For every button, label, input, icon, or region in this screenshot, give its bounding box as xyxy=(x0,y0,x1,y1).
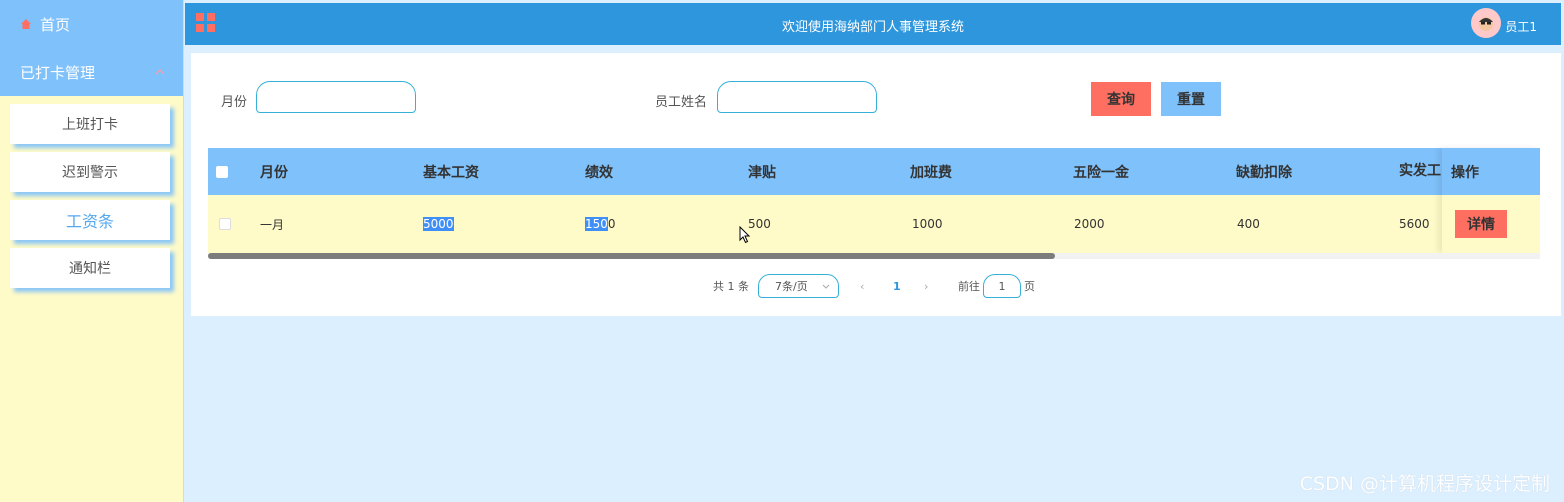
goto-suffix: 页 xyxy=(1024,280,1035,293)
cell-net-pay: 5600 xyxy=(1399,217,1430,231)
cell-performance-selected: 150 xyxy=(585,217,608,231)
reset-button[interactable]: 重置 xyxy=(1161,82,1221,116)
col-header-net-pay: 实发工资 xyxy=(1399,163,1441,179)
row-checkbox[interactable] xyxy=(219,195,231,253)
sidebar-submenu: 上班打卡 迟到警示 工资条 通知栏 xyxy=(0,104,183,288)
col-header-overtime: 加班费 xyxy=(910,164,952,181)
avatar[interactable] xyxy=(1471,8,1501,38)
page-size-value: 7条/页 xyxy=(775,280,808,293)
mouse-cursor-icon xyxy=(739,226,751,244)
prev-page-icon[interactable]: ‹ xyxy=(860,274,864,298)
chevron-down-icon xyxy=(822,282,830,290)
top-header: 欢迎使用海纳部门人事管理系统 员工1 xyxy=(185,3,1561,45)
goto-prefix: 前往 xyxy=(958,280,980,293)
goto-page-input[interactable]: 1 xyxy=(983,274,1021,298)
user-name[interactable]: 员工1 xyxy=(1505,18,1537,35)
sidebar-item-label: 迟到警示 xyxy=(62,165,118,181)
select-all-checkbox[interactable] xyxy=(216,148,228,195)
sidebar-item-label: 工资条 xyxy=(65,212,114,231)
col-header-absence-deduction: 缺勤扣除 xyxy=(1236,164,1292,181)
cell-base-salary: 5000 xyxy=(423,195,454,253)
col-header-base-salary: 基本工资 xyxy=(423,164,479,181)
col-header-allowance: 津贴 xyxy=(748,164,776,181)
detail-button[interactable]: 详情 xyxy=(1455,210,1507,238)
cell-allowance: 500 xyxy=(748,217,771,231)
watermark: CSDN @计算机程序设计定制 xyxy=(1299,473,1550,495)
scrollbar-thumb[interactable] xyxy=(208,253,1055,259)
operation-cell: 详情 xyxy=(1442,195,1540,253)
cell-month: 一月 xyxy=(260,217,285,232)
table-row: 一月 5000 150 0 500 1000 2000 400 5600 xyxy=(208,195,1540,253)
employee-name-filter-label: 员工姓名 xyxy=(655,95,708,110)
home-icon xyxy=(20,18,32,30)
cell-overtime: 1000 xyxy=(912,217,943,231)
chevron-up-icon xyxy=(155,67,165,77)
sidebar-item-payslip[interactable]: 工资条 xyxy=(10,200,170,240)
sidebar-group-label: 已打卡管理 xyxy=(20,63,96,82)
pagination-total: 共 1 条 xyxy=(713,280,749,293)
cell-performance: 150 0 xyxy=(585,195,616,253)
table-horizontal-scrollbar[interactable] xyxy=(208,253,1540,259)
sidebar-item-label: 通知栏 xyxy=(69,261,111,277)
payslip-table: 月份 基本工资 绩效 津贴 加班费 五险一金 缺勤扣除 实发工资 一月 5000… xyxy=(208,148,1540,259)
col-header-operation: 操作 xyxy=(1442,148,1540,195)
cell-absence-deduction: 400 xyxy=(1237,217,1260,231)
col-header-performance: 绩效 xyxy=(585,164,613,181)
sidebar-item-late-warning[interactable]: 迟到警示 xyxy=(10,152,170,192)
pagination: 共 1 条 7条/页 ‹ 1 › 前往 1 页 xyxy=(191,274,1561,298)
cell-performance-rest: 0 xyxy=(607,217,616,231)
sidebar-item-home-label: 首页 xyxy=(40,15,71,34)
sidebar-item-notices[interactable]: 通知栏 xyxy=(10,248,170,288)
avatar-face-icon xyxy=(1479,17,1493,31)
month-filter-label: 月份 xyxy=(221,95,248,110)
col-header-month: 月份 xyxy=(260,164,288,181)
sidebar-item-clock-in[interactable]: 上班打卡 xyxy=(10,104,170,144)
cell-insurance: 2000 xyxy=(1074,217,1105,231)
sidebar: 首页 已打卡管理 上班打卡 迟到警示 工资条 通知栏 xyxy=(0,0,184,502)
cell-base-salary-value: 5000 xyxy=(423,217,454,231)
table-header: 月份 基本工资 绩效 津贴 加班费 五险一金 缺勤扣除 实发工资 xyxy=(208,148,1540,195)
query-button[interactable]: 查询 xyxy=(1091,82,1151,116)
col-header-insurance: 五险一金 xyxy=(1073,164,1129,181)
system-title: 欢迎使用海纳部门人事管理系统 xyxy=(781,20,964,35)
month-input[interactable] xyxy=(256,81,416,113)
employee-name-input[interactable] xyxy=(717,81,877,113)
next-page-icon[interactable]: › xyxy=(924,274,928,298)
sidebar-item-label: 上班打卡 xyxy=(62,117,118,133)
payslip-panel: 月份 员工姓名 查询 重置 月份 基本工资 绩效 津贴 加班费 五险一金 缺勤扣… xyxy=(191,53,1561,316)
page-size-select[interactable]: 7条/页 xyxy=(758,274,839,298)
page-number-current[interactable]: 1 xyxy=(893,274,901,298)
operation-column: 操作 详情 xyxy=(1442,148,1540,253)
sidebar-item-home[interactable]: 首页 xyxy=(0,0,183,48)
sidebar-group-attendance[interactable]: 已打卡管理 xyxy=(0,48,183,96)
